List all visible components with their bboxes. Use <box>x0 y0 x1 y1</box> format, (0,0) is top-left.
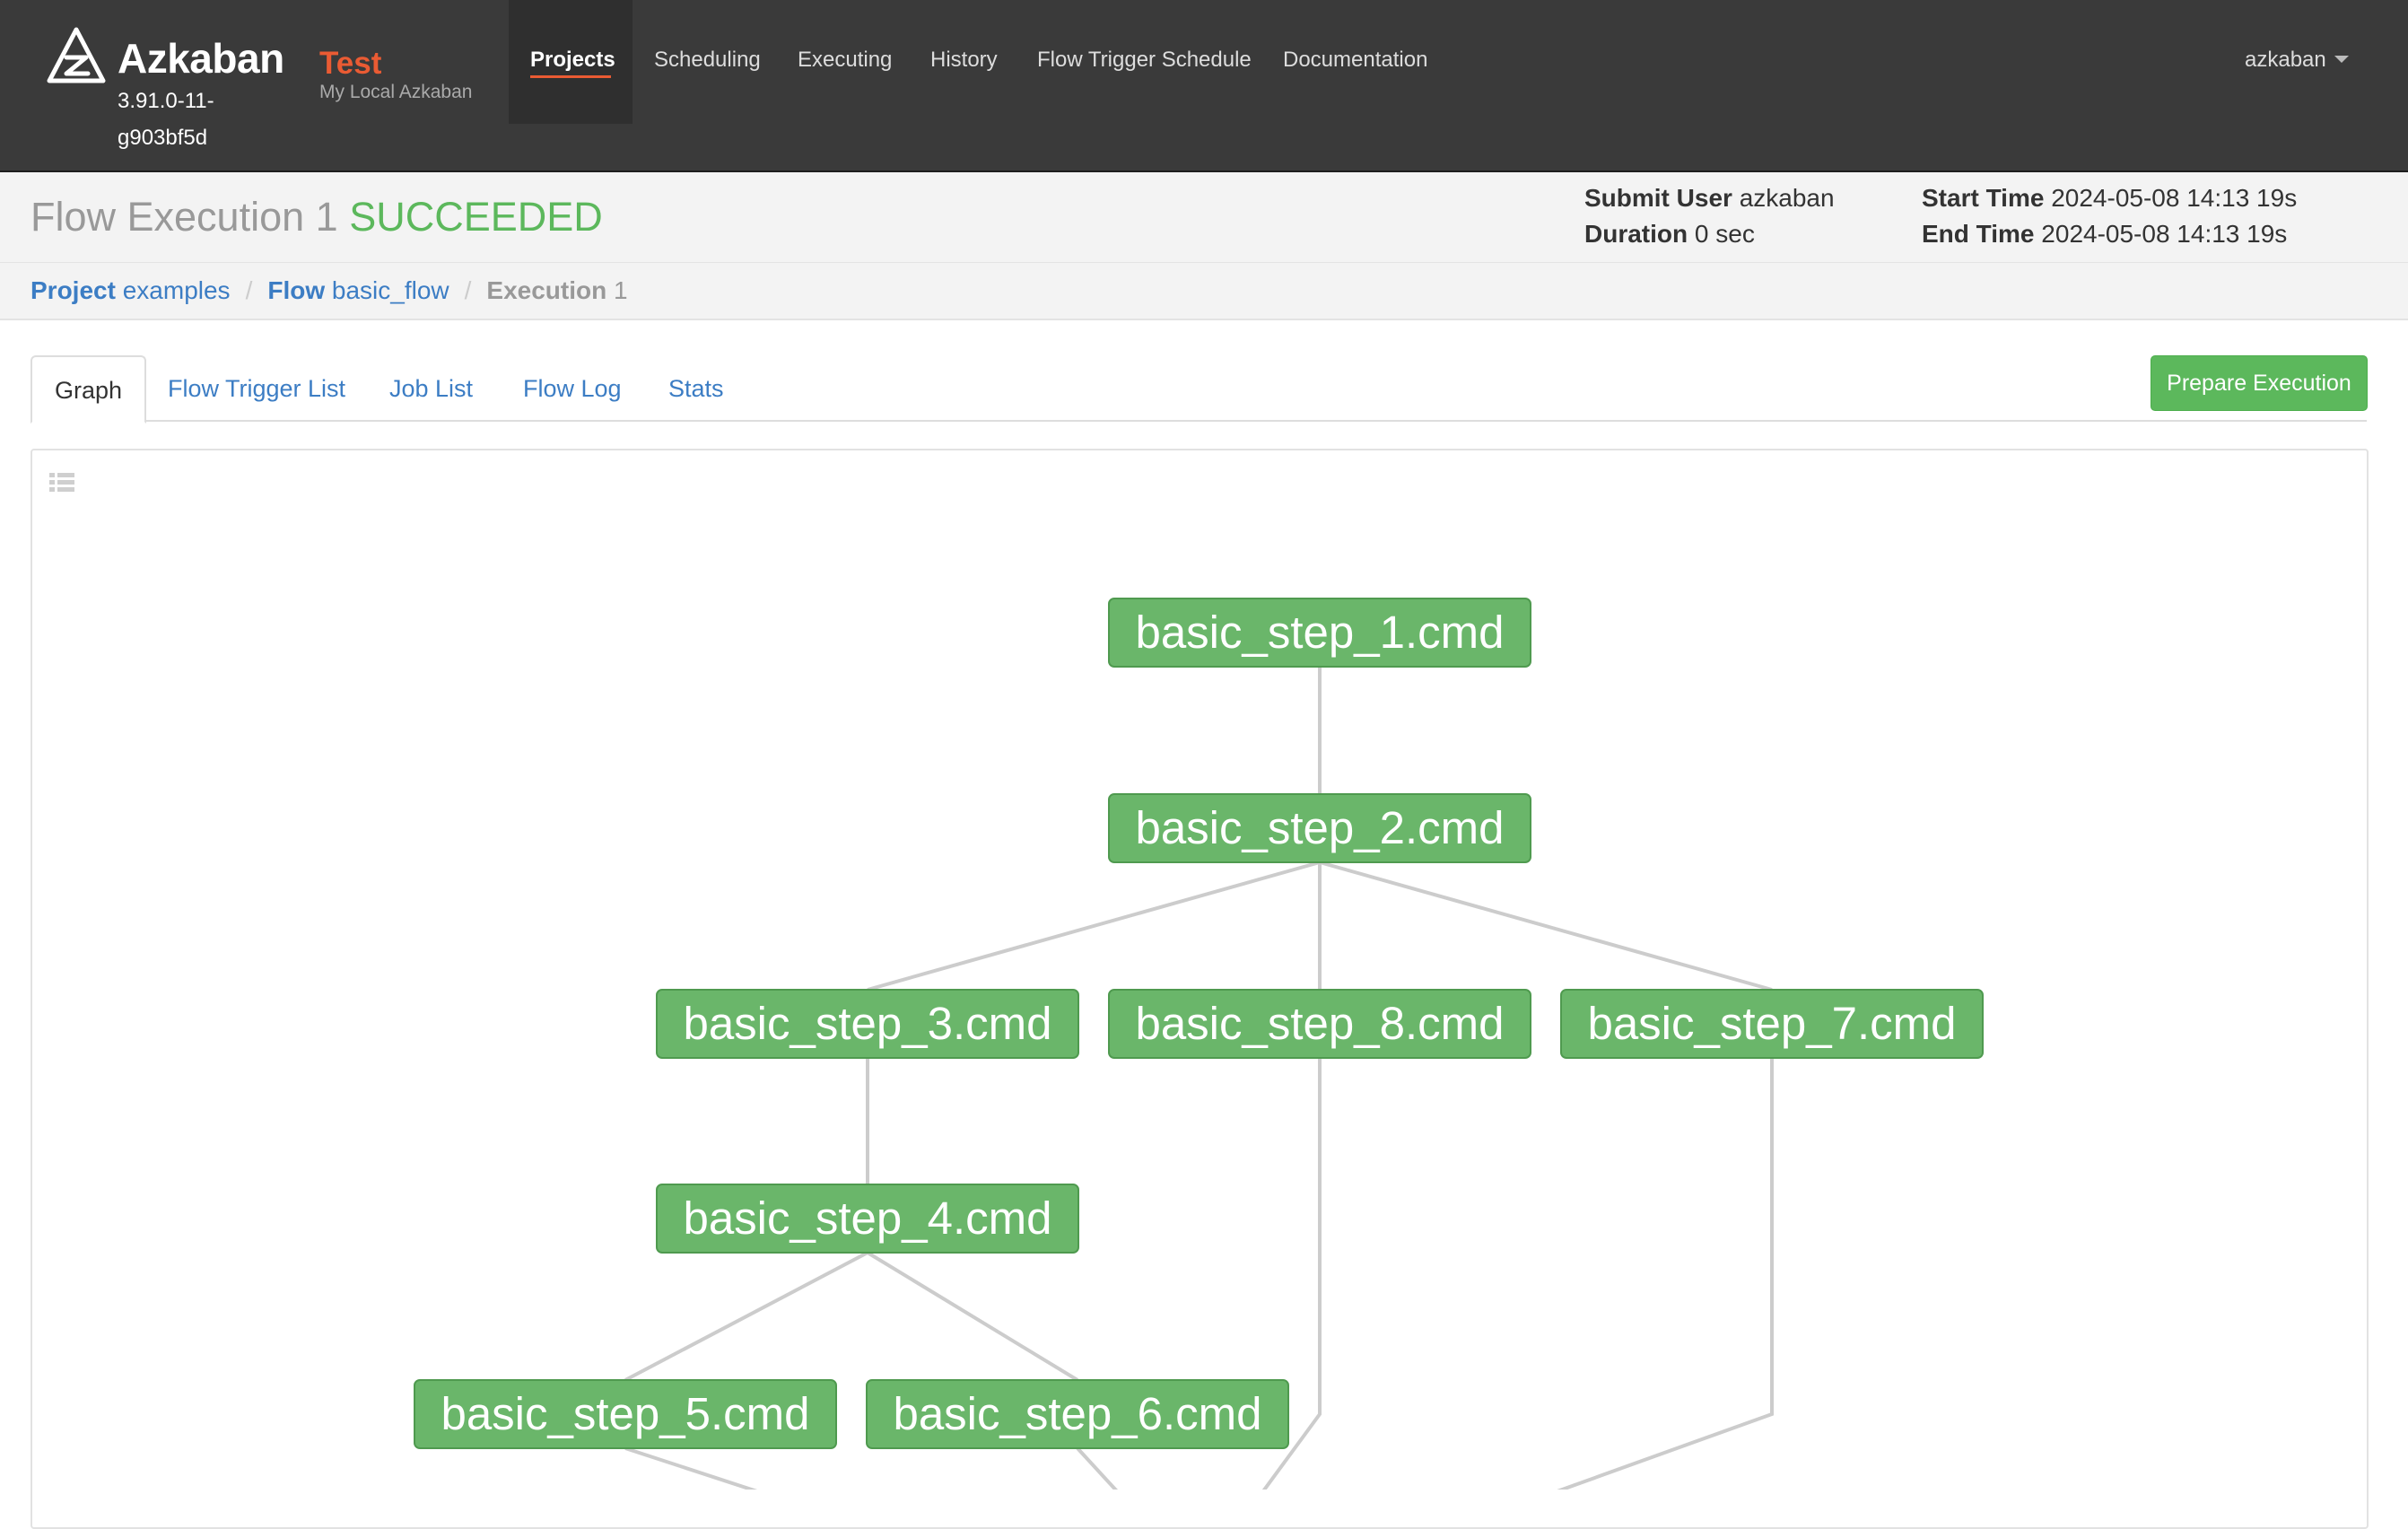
job-node-label: basic_step_3.cmd <box>683 998 1051 1049</box>
breadcrumb-execution-label: Execution <box>486 276 607 304</box>
job-node-label: basic_step_7.cmd <box>1587 998 1956 1049</box>
job-node[interactable]: basic_step_6.cmd <box>866 1379 1289 1449</box>
duration-label: Duration <box>1584 220 1688 248</box>
start-time-value: 2024-05-08 14:13 19s <box>2051 184 2298 212</box>
breadcrumb-execution-value: 1 <box>614 276 628 304</box>
breadcrumb-flow-value: basic_flow <box>331 276 449 304</box>
execution-id: 1 <box>315 194 338 240</box>
tab-flow-trigger-list[interactable]: Flow Trigger List <box>168 355 345 418</box>
environment-description: My Local Azkaban <box>319 82 473 102</box>
user-name: azkaban <box>2245 48 2326 72</box>
job-node-label: basic_step_5.cmd <box>441 1388 809 1439</box>
prepare-execution-button[interactable]: Prepare Execution <box>2151 355 2368 411</box>
tab-stats[interactable]: Stats <box>668 355 724 418</box>
job-node-label: basic_step_4.cmd <box>683 1193 1051 1244</box>
start-time-info: Start Time 2024-05-08 14:13 19s <box>1922 184 2297 213</box>
page-title: Flow Execution 1 SUCCEEDED <box>31 194 603 240</box>
nav-scheduling[interactable]: Scheduling <box>654 48 761 73</box>
execution-header: Flow Execution 1 SUCCEEDED Submit User a… <box>0 172 2408 263</box>
job-node[interactable]: basic_step_7.cmd <box>1560 989 1984 1059</box>
breadcrumb-execution: Execution 1 <box>486 276 627 304</box>
nav-documentation[interactable]: Documentation <box>1283 48 1427 73</box>
version-label: 3.91.0-11-g903bf5d <box>118 89 214 150</box>
nav-flow-trigger-schedule[interactable]: Flow Trigger Schedule <box>1037 48 1252 73</box>
title-prefix: Flow Execution <box>31 194 305 240</box>
submit-user-label: Submit User <box>1584 184 1732 212</box>
breadcrumb-separator: / <box>464 276 472 304</box>
brand-name[interactable]: Azkaban <box>118 34 284 83</box>
job-node-label: basic_step_6.cmd <box>893 1388 1261 1439</box>
tab-graph[interactable]: Graph <box>31 355 147 424</box>
chevron-down-icon <box>2334 55 2349 63</box>
azkaban-logo-icon[interactable] <box>47 27 106 86</box>
submit-user-value: azkaban <box>1739 184 1835 212</box>
end-time-label: End Time <box>1922 220 2035 248</box>
nav-active-indicator <box>530 75 611 78</box>
nav-projects[interactable]: Projects <box>530 48 615 73</box>
job-node[interactable]: basic_step_8.cmd <box>1108 989 1531 1059</box>
job-node[interactable]: basic_step_1.cmd <box>1108 598 1531 668</box>
breadcrumb-separator: / <box>245 276 253 304</box>
tab-job-list[interactable]: Job List <box>389 355 473 418</box>
start-time-label: Start Time <box>1922 184 2045 212</box>
tab-flow-log[interactable]: Flow Log <box>523 355 622 418</box>
nav-executing[interactable]: Executing <box>798 48 892 73</box>
execution-tabs: Graph Flow Trigger List Job List Flow Lo… <box>31 355 2367 424</box>
end-time-info: End Time 2024-05-08 14:13 19s <box>1922 220 2287 249</box>
nav-history[interactable]: History <box>930 48 998 73</box>
environment-name: Test <box>319 46 382 81</box>
duration-info: Duration 0 sec <box>1584 220 1755 249</box>
job-node[interactable]: basic_step_2.cmd <box>1108 793 1531 863</box>
breadcrumb-flow-label: Flow <box>267 276 326 304</box>
list-icon[interactable] <box>48 470 75 495</box>
job-node[interactable]: basic_step_4.cmd <box>656 1184 1079 1254</box>
top-navbar: Azkaban 3.91.0-11-g903bf5d Test My Local… <box>0 0 2408 172</box>
job-node-label: basic_step_1.cmd <box>1135 607 1504 658</box>
breadcrumb-project[interactable]: Project examples <box>31 276 231 304</box>
breadcrumb: Project examples / Flow basic_flow / Executi… <box>0 263 2408 320</box>
end-time-value: 2024-05-08 14:13 19s <box>2041 220 2288 248</box>
user-menu[interactable]: azkaban <box>2245 48 2349 73</box>
breadcrumb-project-label: Project <box>31 276 116 304</box>
breadcrumb-project-value: examples <box>122 276 231 304</box>
status-badge: SUCCEEDED <box>349 194 603 240</box>
job-node[interactable]: basic_step_3.cmd <box>656 989 1079 1059</box>
breadcrumb-flow[interactable]: Flow basic_flow <box>267 276 449 304</box>
duration-value: 0 sec <box>1694 220 1755 248</box>
job-node-label: basic_step_2.cmd <box>1135 802 1504 853</box>
job-node-label: basic_step_8.cmd <box>1135 998 1504 1049</box>
breadcrumb-items: Project examples / Flow basic_flow / Executi… <box>31 276 628 305</box>
submit-user-info: Submit User azkaban <box>1584 184 1835 213</box>
job-node[interactable]: basic_step_5.cmd <box>414 1379 837 1449</box>
